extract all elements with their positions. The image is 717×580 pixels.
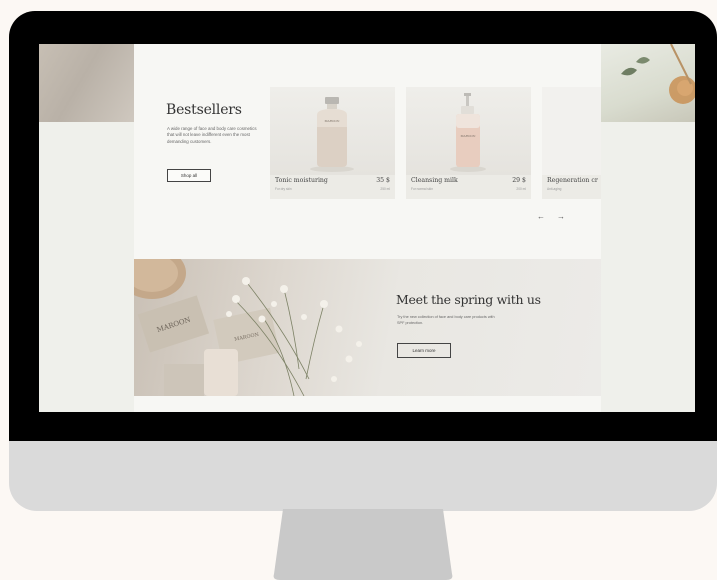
bestsellers-description: A wide range of face and body care cosme… <box>167 126 257 144</box>
product-skin-type: For dry skin <box>275 187 292 191</box>
promo-photo: MAROON MAROON <box>134 259 362 396</box>
promo-banner: MAROON MAROON Meet the spring with us Tr… <box>134 259 601 396</box>
product-name: Cleansing milk <box>411 177 458 184</box>
product-price: 29 $ <box>512 177 526 184</box>
promo-title: Meet the spring with us <box>396 292 541 307</box>
product-volume: 250 ml <box>380 187 390 191</box>
svg-text:MAROON: MAROON <box>460 134 475 138</box>
monitor-stand <box>273 509 453 580</box>
product-image: MAROON <box>270 87 395 175</box>
product-volume: 200 ml <box>516 187 526 191</box>
product-card[interactable]: MAROON Tonic moisturing 35 $ For dry ski… <box>270 87 395 199</box>
shop-all-button[interactable]: Shop all <box>167 169 211 182</box>
learn-more-button[interactable]: Learn more <box>397 343 451 358</box>
carousel-prev-arrow[interactable]: ← <box>537 212 545 221</box>
product-image: MAROON <box>406 87 531 175</box>
svg-text:MAROON: MAROON <box>324 119 339 123</box>
product-card[interactable]: MAROON Cleansing milk 29 $ For normal sk… <box>406 87 531 199</box>
website-screen: Bestsellers A wide range of face and bod… <box>39 44 695 412</box>
product-skin-type: For normal skin <box>411 187 433 191</box>
left-decor-photo <box>39 44 134 122</box>
main-content: Bestsellers A wide range of face and bod… <box>134 44 601 412</box>
product-name: Tonic moisturing <box>275 177 328 184</box>
right-decor-photo <box>601 44 695 122</box>
bestsellers-title: Bestsellers <box>166 102 242 118</box>
product-name: Regeneration cr <box>547 177 598 184</box>
product-price: 35 $ <box>376 177 390 184</box>
product-card[interactable]: Regeneration cr Anti-aging <box>542 87 601 199</box>
product-skin-type: Anti-aging <box>547 187 562 191</box>
promo-description: Try the new collection of face and body … <box>397 315 495 325</box>
carousel-next-arrow[interactable]: → <box>557 212 565 221</box>
product-image <box>542 87 601 175</box>
monitor-chin <box>9 441 717 511</box>
